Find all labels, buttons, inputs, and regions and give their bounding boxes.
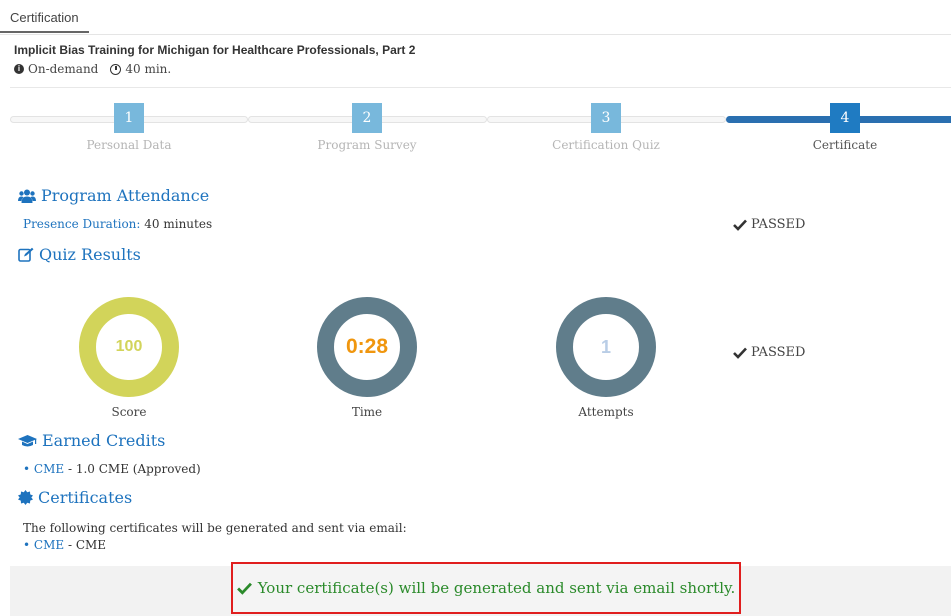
- presence-duration: Presence Duration: 40 minutes: [23, 217, 212, 231]
- credit-type-link[interactable]: CME: [34, 462, 64, 476]
- earned-credits-title: Earned Credits: [42, 431, 166, 450]
- course-mode: On-demand: [28, 62, 99, 76]
- time-donut: 0:28: [317, 297, 417, 397]
- certificates-title: Certificates: [38, 488, 133, 507]
- graduation-cap-icon: [18, 434, 37, 446]
- certificate-bullet: •: [23, 538, 31, 552]
- attempts-donut: 1: [556, 297, 656, 397]
- presence-duration-value: 40 minutes: [144, 217, 213, 231]
- earned-credits-heading: Earned Credits: [18, 431, 165, 450]
- score-label: Score: [111, 405, 147, 419]
- step-4-number[interactable]: 4: [830, 103, 860, 133]
- step-3-number[interactable]: 3: [591, 103, 621, 133]
- program-attendance-heading: Program Attendance: [18, 186, 209, 205]
- check-icon: [733, 347, 747, 359]
- divider: [10, 87, 951, 88]
- step-3-label: Certification Quiz: [552, 138, 660, 152]
- program-attendance-title: Program Attendance: [41, 186, 210, 205]
- score-donut: 100: [79, 297, 179, 397]
- quiz-results-heading: Quiz Results: [18, 245, 141, 264]
- course-title: Implicit Bias Training for Michigan for …: [14, 43, 416, 57]
- quiz-status-text: PASSED: [751, 345, 806, 360]
- course-meta: i On-demand 40 min.: [14, 62, 183, 76]
- presence-duration-label: Presence Duration:: [23, 217, 141, 231]
- certificate-detail: - CME: [67, 538, 107, 552]
- certificates-intro: The following certificates will be gener…: [23, 521, 407, 535]
- info-icon: i: [14, 64, 24, 74]
- tab-bar: Certification: [0, 0, 951, 35]
- credit-bullet: •: [23, 462, 31, 476]
- step-1-label: Personal Data: [86, 138, 172, 152]
- step-1-number[interactable]: 1: [114, 103, 144, 133]
- credit-item: • CME - 1.0 CME (Approved): [23, 462, 201, 476]
- time-value: 0:28: [317, 297, 417, 397]
- check-icon: [236, 582, 252, 595]
- certificate-item: • CME - CME: [23, 538, 106, 552]
- score-value: 100: [79, 297, 179, 397]
- attempts-label: Attempts: [578, 405, 634, 419]
- quiz-results-title: Quiz Results: [39, 245, 141, 264]
- certificate-badge-icon: [18, 490, 33, 505]
- attendance-status: PASSED: [733, 217, 805, 232]
- step-4-label: Certificate: [812, 138, 878, 152]
- time-label: Time: [351, 405, 383, 419]
- tab-certification[interactable]: Certification: [0, 6, 89, 33]
- step-2-label: Program Survey: [317, 138, 417, 152]
- users-icon: [18, 189, 36, 203]
- step-2-number[interactable]: 2: [352, 103, 382, 133]
- certificates-heading: Certificates: [18, 488, 132, 507]
- certificate-notice-text: Your certificate(s) will be generated an…: [257, 579, 736, 597]
- credit-detail: - 1.0 CME (Approved): [67, 462, 201, 476]
- quiz-status: PASSED: [733, 345, 805, 360]
- check-icon: [733, 219, 747, 231]
- edit-icon: [18, 247, 34, 262]
- course-duration: 40 min.: [125, 62, 172, 76]
- certificate-type-link[interactable]: CME: [34, 538, 64, 552]
- attempts-value: 1: [556, 297, 656, 397]
- clock-icon: [110, 63, 122, 75]
- attendance-status-text: PASSED: [751, 217, 806, 232]
- certificate-notice: Your certificate(s) will be generated an…: [231, 562, 741, 614]
